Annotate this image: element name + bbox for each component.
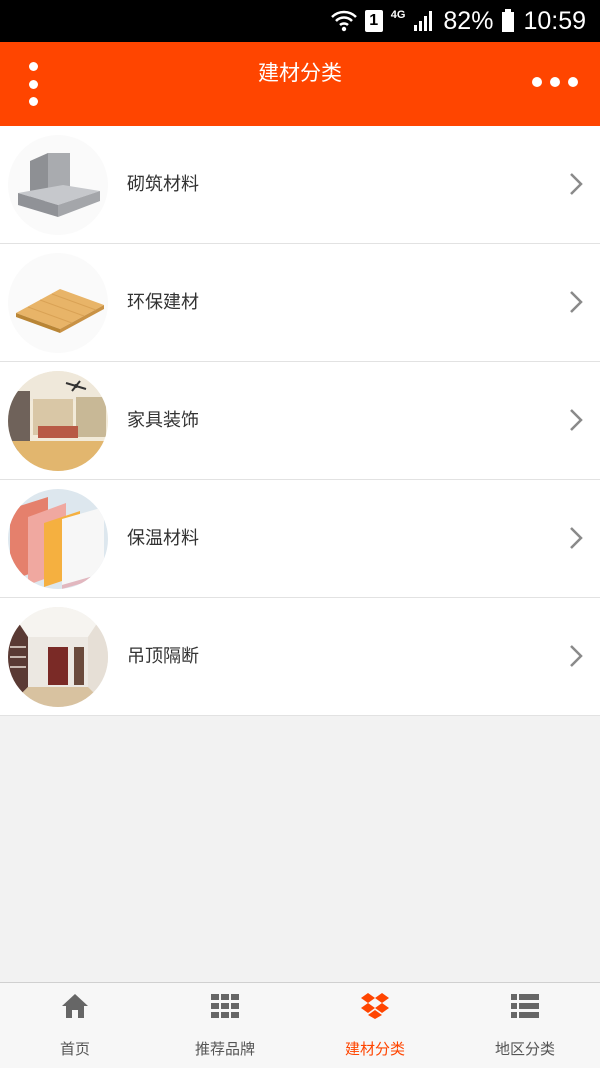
wood-panel-image bbox=[8, 253, 108, 353]
chevron-right-icon bbox=[570, 645, 583, 667]
tab-recommended-brands[interactable]: 推荐品牌 bbox=[150, 983, 300, 1068]
tab-label: 地区分类 bbox=[494, 1040, 555, 1058]
battery-icon bbox=[501, 9, 515, 33]
ceiling-hallway-image bbox=[8, 607, 108, 707]
clock: 10:59 bbox=[523, 6, 586, 35]
category-item[interactable]: 吊顶隔断 bbox=[0, 598, 600, 716]
category-item[interactable]: 保温材料 bbox=[0, 480, 600, 598]
category-item[interactable]: 家具装饰 bbox=[0, 362, 600, 480]
category-item[interactable]: 环保建材 bbox=[0, 244, 600, 362]
bottom-tab-bar: 首页 推荐品牌 建材分类 地区分类 bbox=[0, 982, 600, 1068]
category-label: 砌筑材料 bbox=[127, 174, 199, 195]
chevron-right-icon bbox=[570, 527, 583, 549]
dropbox-icon bbox=[361, 993, 389, 1019]
page-title: 建材分类 bbox=[258, 61, 342, 85]
status-bar: 1 4G 82% 10:59 bbox=[0, 0, 600, 42]
tab-region-categories[interactable]: 地区分类 bbox=[450, 983, 600, 1068]
more-options-icon[interactable] bbox=[532, 76, 578, 88]
network-type: 4G bbox=[390, 9, 406, 21]
sim-slot-indicator: 1 bbox=[364, 10, 383, 32]
signal-icon bbox=[413, 10, 435, 32]
insulation-boards-image bbox=[8, 489, 108, 589]
wifi-icon bbox=[330, 10, 357, 32]
category-item[interactable]: 砌筑材料 bbox=[0, 126, 600, 244]
tab-label: 建材分类 bbox=[344, 1040, 405, 1058]
home-icon bbox=[62, 994, 88, 1018]
concrete-blocks-image bbox=[8, 135, 108, 235]
app-header: 建材分类 bbox=[0, 42, 600, 126]
list-icon bbox=[511, 994, 539, 1018]
chevron-right-icon bbox=[570, 409, 583, 431]
battery-percentage: 82% bbox=[443, 6, 494, 35]
category-label: 吊顶隔断 bbox=[127, 646, 199, 667]
category-label: 家具装饰 bbox=[127, 410, 199, 431]
tab-material-categories[interactable]: 建材分类 bbox=[300, 983, 450, 1068]
living-room-image bbox=[8, 371, 108, 471]
chevron-right-icon bbox=[570, 291, 583, 313]
tab-label: 推荐品牌 bbox=[194, 1040, 255, 1058]
chevron-right-icon bbox=[570, 173, 583, 195]
category-label: 保温材料 bbox=[127, 528, 199, 549]
tab-home[interactable]: 首页 bbox=[0, 983, 150, 1068]
category-label: 环保建材 bbox=[127, 292, 199, 313]
category-list: 砌筑材料 环保建材 家具装饰 保温材料 吊顶隔断 bbox=[0, 126, 600, 716]
grid-icon bbox=[211, 994, 239, 1018]
tab-label: 首页 bbox=[59, 1040, 90, 1058]
